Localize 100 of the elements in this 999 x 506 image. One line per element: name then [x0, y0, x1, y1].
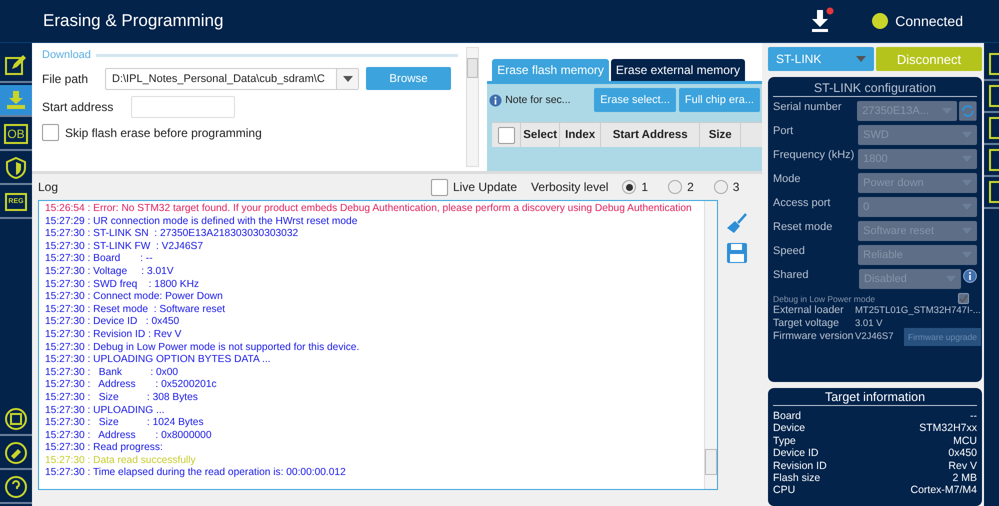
field-label: Verbosity level — [531, 180, 608, 194]
info-value: -- — [970, 410, 977, 422]
scrollbar[interactable] — [704, 201, 717, 489]
broom-icon[interactable] — [726, 212, 748, 234]
info-label: Device — [773, 422, 806, 435]
field-label: Reset mode — [773, 221, 834, 233]
log-line: 15:27:30 : Address : 0x8000000 — [45, 430, 213, 442]
refresh-icon[interactable] — [959, 101, 977, 121]
window-title: Erasing & Programming — [43, 11, 224, 31]
info-label: CPU — [773, 484, 796, 497]
log-line: 15:27:30 : UPLOADING OPTION BYTES DATA ... — [45, 354, 272, 367]
log-line: 15:27:30 : Revision ID : Rev V — [45, 328, 182, 342]
radio-button[interactable] — [622, 180, 636, 194]
shield-icon[interactable] — [4, 156, 28, 180]
radio-button[interactable] — [668, 180, 682, 194]
info-value: 3.01 V — [855, 317, 882, 330]
field-label: Serial number — [773, 101, 842, 113]
section-title: Download — [42, 49, 91, 61]
info-icon — [489, 94, 502, 106]
interface-dropdown[interactable]: ST-LINK — [768, 47, 874, 71]
column-header[interactable]: Size — [708, 129, 732, 141]
panel-icon[interactable] — [989, 181, 999, 203]
log-line: 15:27:30 : Device ID : 0x450 — [45, 316, 180, 329]
checkbox[interactable] — [498, 126, 515, 144]
log-line: 15:27:30 : Voltage : 3.01V — [45, 266, 175, 279]
caret-icon — [856, 56, 866, 62]
field-label: Port — [773, 125, 794, 137]
help-icon[interactable] — [4, 475, 28, 499]
save-icon[interactable] — [726, 242, 748, 264]
pencil-icon[interactable] — [4, 54, 28, 78]
info-label: Revision ID — [773, 460, 827, 472]
log-line: 15:27:30 : UPLOADING ... — [45, 404, 166, 418]
log-line: 15:27:30 : SWD freq : 1800 KHz — [45, 278, 200, 292]
info-value: Cortex-M7/M4 — [910, 484, 977, 497]
info-label: External loader — [773, 304, 845, 317]
checkbox-label: Live Update — [453, 180, 518, 194]
radio-label: 1 — [641, 180, 648, 194]
panel-icon[interactable] — [989, 149, 999, 171]
info-icon — [963, 269, 977, 283]
field-label: Access port — [773, 197, 832, 209]
card-title: ST-LINK configuration — [773, 81, 977, 97]
connection-status: Connected — [895, 13, 963, 29]
log-line: 15:27:30 : ST-LINK SN : 27350E13A218303030303032 — [45, 228, 300, 241]
checkbox[interactable] — [431, 178, 448, 196]
field-label: Frequency (kHz) — [773, 149, 856, 161]
start-address-field[interactable] — [131, 96, 235, 118]
log-line: 15:27:30 : ST-LINK FW : V2J46S7 — [45, 240, 204, 254]
info-value: V2J46S7 — [855, 330, 894, 343]
log-line: 15:27:30 : Size : 308 Bytes — [45, 392, 199, 404]
ob-icon[interactable]: OB — [4, 124, 28, 144]
info-value: Rev V — [948, 460, 977, 472]
field-label: Shared — [773, 269, 810, 281]
column-header[interactable]: Start Address — [612, 129, 688, 141]
info-value: MT25TL01G_STM32H747I-... — [855, 304, 981, 317]
panel-icon[interactable] — [989, 53, 999, 75]
browse-button[interactable]: Browse — [366, 67, 451, 90]
info-value: STM32H7xx — [919, 422, 977, 435]
info-label: Board — [773, 410, 802, 422]
erase-button[interactable]: Full chip era... — [678, 88, 760, 112]
log-line: 15:27:30 : Size : 1024 Bytes — [45, 417, 205, 430]
checkbox[interactable] — [958, 293, 969, 304]
info-label: Flash size — [773, 472, 820, 484]
radio-label: 2 — [687, 180, 694, 194]
info-value: 0x450 — [948, 447, 977, 460]
note-text: Note for sec... — [505, 94, 572, 106]
tab[interactable]: Erase flash memory — [492, 59, 609, 81]
panel-title: Log — [38, 180, 60, 194]
disconnect-button[interactable]: Disconnect — [876, 47, 982, 71]
column-header[interactable]: Select — [523, 129, 558, 141]
field-label: Start address — [42, 100, 114, 114]
caret-icon — [342, 76, 352, 82]
erase-button[interactable]: Erase select... — [594, 88, 676, 112]
status-dot-icon — [871, 12, 890, 30]
column-header[interactable]: Index — [565, 129, 596, 141]
info-value: MCU — [953, 434, 977, 448]
checkbox[interactable] — [42, 124, 59, 141]
log-line: 15:27:29 : UR connection mode is defined with the HWrst reset mode — [45, 216, 358, 228]
scrollbar[interactable] — [466, 47, 480, 167]
field-label: Mode — [773, 173, 802, 185]
log-line: 15:27:30 : Read progress: — [45, 442, 164, 455]
field-label: File path — [42, 72, 90, 86]
info-value: 2 MB — [952, 472, 977, 484]
field-label: Speed — [773, 245, 806, 257]
radio-button[interactable] — [714, 180, 728, 194]
log-line: 15:27:30 : Reset mode : Software reset — [45, 304, 226, 316]
file-path-dropdown[interactable]: D:\IPL_Notes_Personal_Data\cub_sdram\C — [105, 68, 359, 90]
radio-label: 3 — [732, 180, 740, 194]
log-line: 15:27:30 : Data read successfully — [45, 454, 197, 468]
log-line: 15:27:30 : Board : -- — [45, 253, 154, 266]
panel-icon[interactable] — [989, 117, 999, 139]
log-line: 15:26:54 : Error: No STM32 target found. If your product embeds Debug Authentication, please perform a discovery using Debug Authentication — [45, 203, 693, 216]
info-label: Target voltage — [773, 317, 840, 330]
firmware-upgrade-button[interactable]: Firmware upgrade — [904, 328, 981, 346]
log-line: 15:27:30 : Debug in Low Power mode is not supported for this device. — [45, 342, 360, 354]
checkbox-label: Debug in Low Power mode — [773, 294, 876, 304]
eraser-icon[interactable] — [4, 441, 28, 465]
info-label: Device ID — [773, 447, 819, 460]
chip-icon[interactable] — [4, 407, 28, 431]
panel-icon[interactable] — [989, 85, 999, 107]
tab[interactable]: Erase external memory — [610, 59, 745, 81]
